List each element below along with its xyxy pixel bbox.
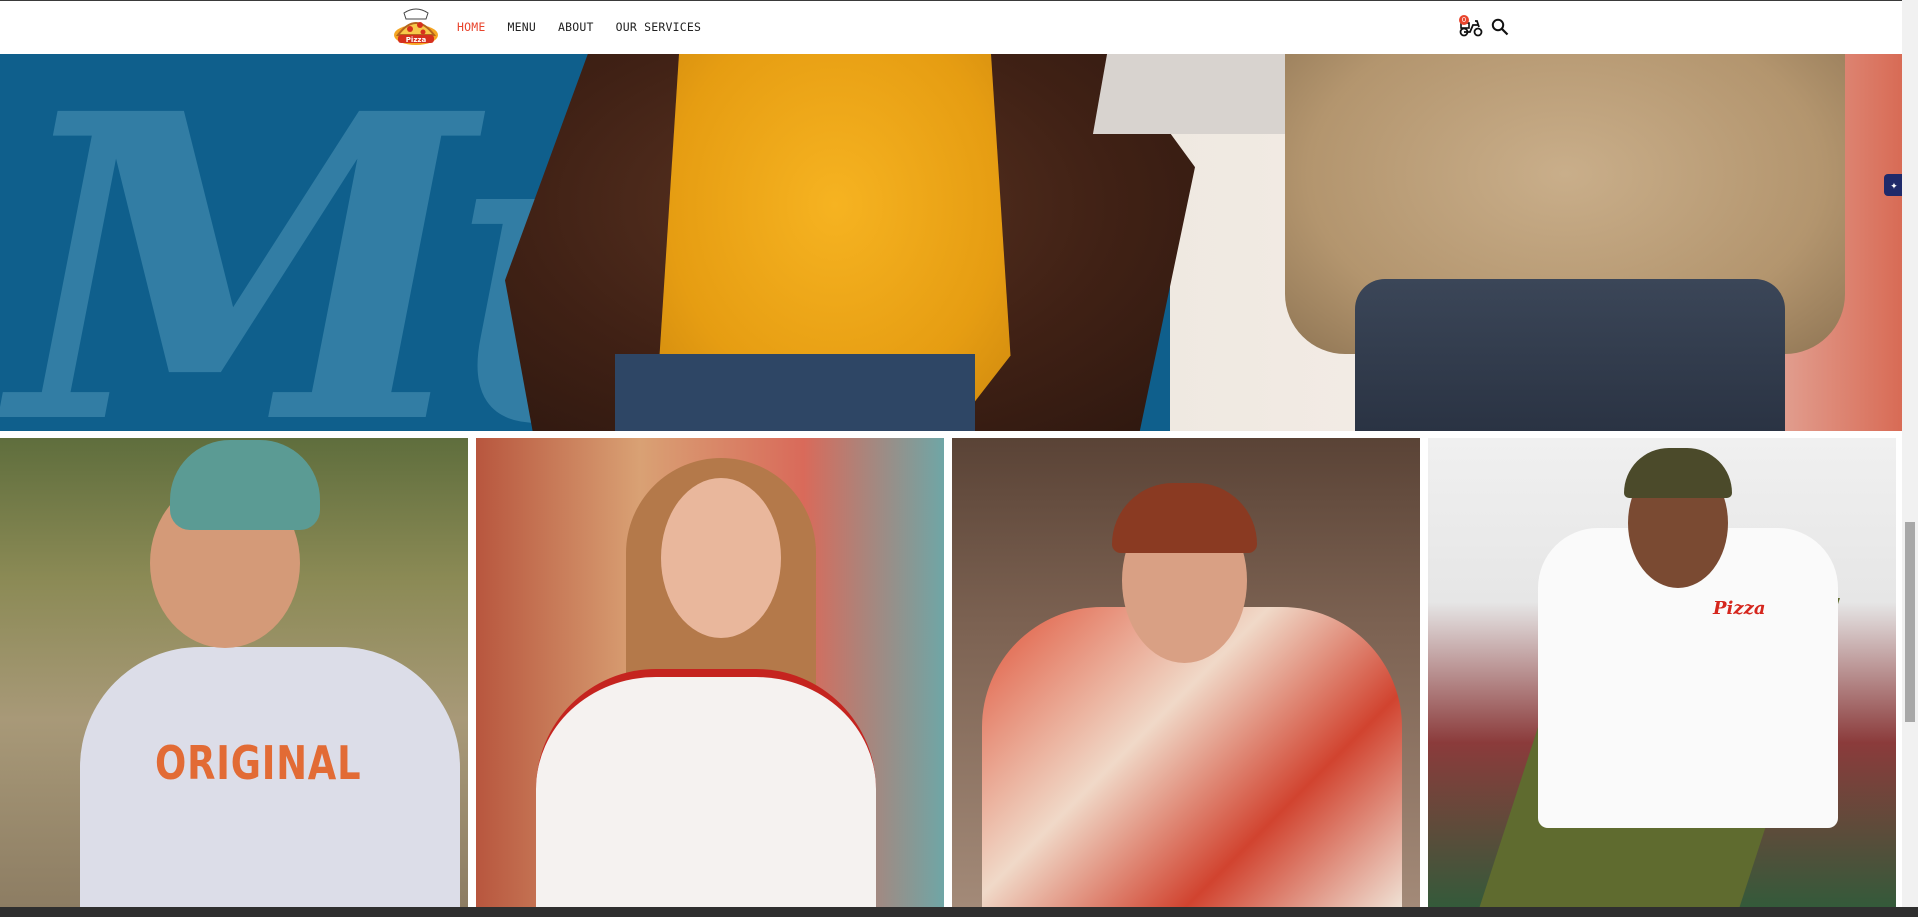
nav-menu[interactable]: MENU	[508, 19, 537, 35]
nav-home[interactable]: HOME	[457, 19, 486, 35]
site-header: Pizza HOME MENU ABOUT OUR SERVICES 0	[0, 1, 1902, 54]
face	[661, 478, 781, 638]
nav-about[interactable]: ABOUT	[558, 19, 594, 35]
gallery-photo-4[interactable]: Pizza	[1428, 438, 1896, 907]
gallery-photo-3[interactable]	[952, 438, 1420, 907]
jeans-left	[615, 354, 975, 431]
shirt-print-text: Pizza	[1713, 598, 1766, 619]
gallery-row: ORIGINAL Pizza	[0, 438, 1902, 907]
hero-banner-image: Mu	[0, 54, 1902, 431]
main-nav: HOME MENU ABOUT OUR SERVICES	[457, 19, 723, 35]
search-button[interactable]	[1491, 18, 1509, 36]
vertical-scrollbar[interactable]	[1902, 0, 1918, 917]
hair	[1112, 483, 1257, 553]
sparkle-icon[interactable]: ✦	[1884, 174, 1904, 196]
gallery-divider	[0, 431, 1902, 438]
logo-wordmark: Pizza	[406, 36, 427, 44]
nav-our-services[interactable]: OUR SERVICES	[616, 19, 701, 35]
cart-count-badge: 0	[1459, 15, 1469, 25]
beanie	[1624, 448, 1732, 498]
tshirt	[536, 669, 876, 907]
pizza-logo-icon: Pizza	[394, 8, 438, 45]
shirt-print-text: ORIGINAL	[155, 736, 362, 790]
pizza-logo[interactable]: Pizza	[390, 5, 442, 49]
gallery-photo-2[interactable]	[476, 438, 944, 907]
cap	[170, 440, 320, 530]
search-icon	[1491, 18, 1509, 36]
jeans-right	[1355, 279, 1785, 431]
scrollbar-thumb[interactable]	[1905, 522, 1915, 722]
bottom-edge	[0, 907, 1918, 917]
gallery-photo-1[interactable]: ORIGINAL	[0, 438, 468, 907]
